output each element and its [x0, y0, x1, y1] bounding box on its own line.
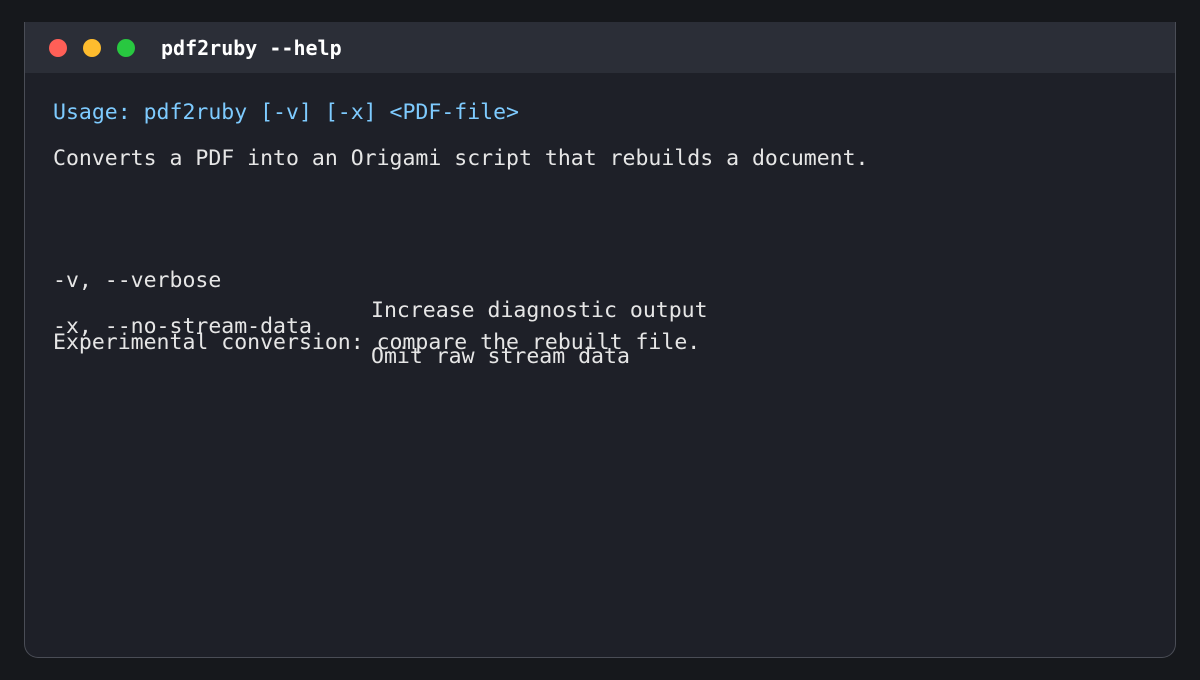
title-bar[interactable]: pdf2ruby --help [25, 22, 1175, 73]
note-line: Experimental conversion: compare the reb… [53, 330, 701, 355]
window-title: pdf2ruby --help [161, 36, 342, 60]
option-description: Increase diagnostic output [371, 298, 708, 323]
terminal-window: pdf2ruby --help Usage: pdf2ruby [-v] [-x… [24, 22, 1176, 658]
close-button[interactable] [49, 39, 67, 57]
maximize-button[interactable] [117, 39, 135, 57]
description-line: Converts a PDF into an Origami script th… [53, 146, 869, 171]
usage-line: Usage: pdf2ruby [-v] [-x] <PDF-file> [53, 100, 519, 125]
minimize-button[interactable] [83, 39, 101, 57]
